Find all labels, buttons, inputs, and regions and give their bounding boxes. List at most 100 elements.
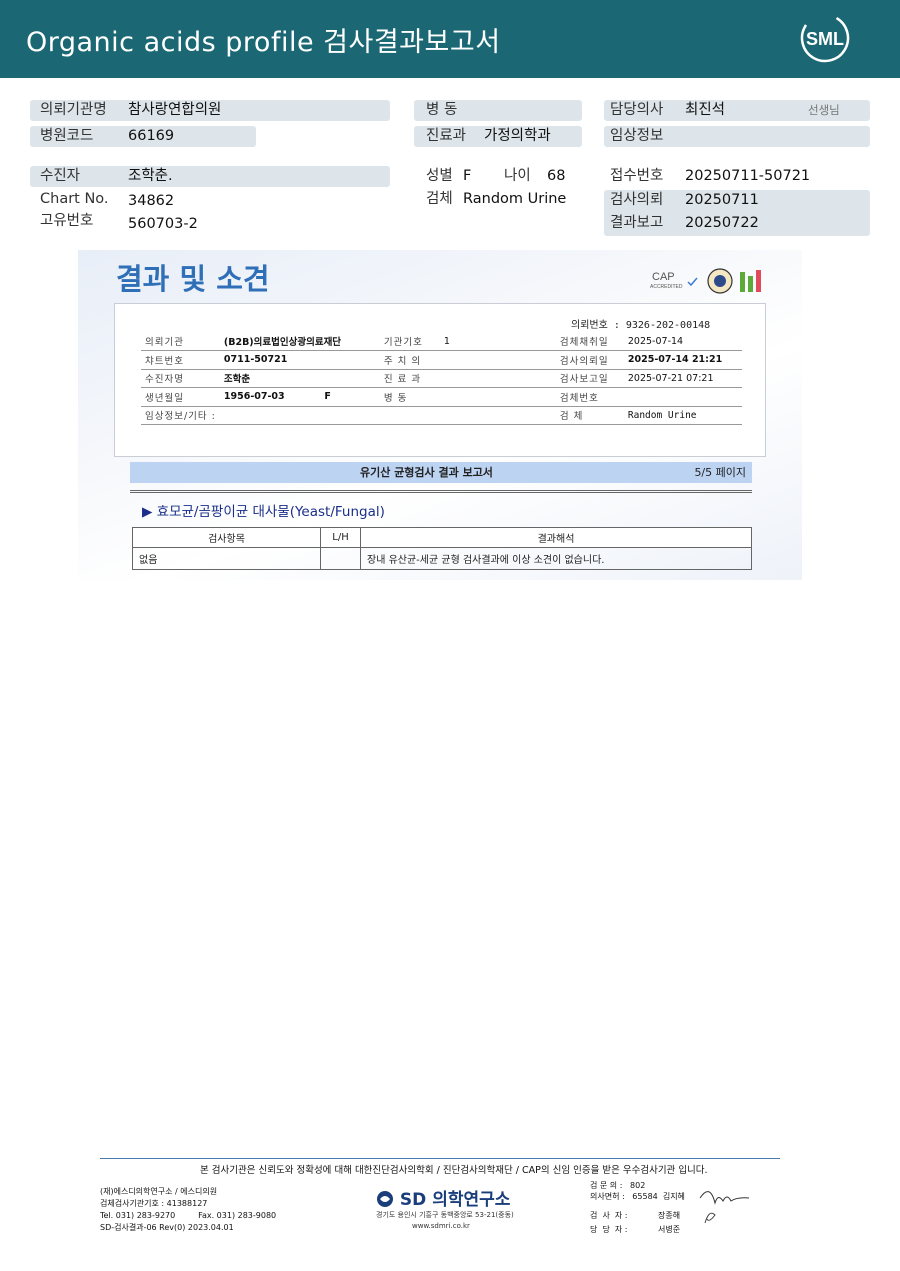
table-cell: 검 체 — [555, 406, 624, 425]
table-cell: 0711-50721 — [219, 350, 380, 370]
svg-text:SML: SML — [806, 29, 844, 49]
page-indicator: 5/5 페이지 — [694, 466, 746, 479]
table-cell: 없음 — [132, 547, 321, 570]
table-cell: (B2B)의료법인상광의료재단 — [219, 332, 380, 351]
footer-examiner: 검 사 자 : 장종해 — [590, 1211, 681, 1220]
report-date-value: 20250722 — [685, 215, 759, 231]
page-title: Organic acids profile 검사결과보고서 — [26, 27, 501, 58]
table-cell: 생년월일 — [141, 387, 220, 407]
unique-no-value: 560703-2 — [128, 216, 198, 232]
table-cell: 검사보고일 — [555, 369, 624, 388]
table-cell: 1956-07-03 F — [219, 387, 380, 407]
table-cell: 장내 유산균-세균 균형 검사결과에 이상 소견이 없습니다. — [360, 547, 752, 570]
signature-icon — [699, 1191, 750, 1224]
footer-license: 의사면허 : 65584 김지혜 — [590, 1192, 685, 1201]
sex-value: F — [463, 168, 472, 184]
table-cell: Random Urine — [623, 406, 742, 425]
sd-brand: SD 의학연구소 — [399, 1190, 511, 1210]
chart-value: 34862 — [128, 193, 175, 209]
clinical-info-label: 임상정보 — [610, 128, 664, 144]
footer-note: 본 검사기관은 신뢰도와 정확성에 대해 대한진단검사의학회 / 진단검사의학재… — [200, 1165, 708, 1176]
unique-no-label: 고유번호 — [40, 213, 94, 229]
report-info-table: 의뢰기관 (B2B)의료법인상광의료재단 기관기호 1 검체채취일 2025-0… — [141, 332, 742, 425]
report-title: 결과 및 소견 — [116, 262, 270, 296]
table-cell — [379, 406, 440, 425]
doctor-suffix: 선생님 — [808, 103, 840, 117]
table-cell — [439, 350, 556, 370]
patient-label: 수진자 — [40, 168, 81, 184]
section-heading: ▶ 효모균/곰팡이균 대사물(Yeast/Fungal) — [142, 504, 385, 520]
patient-value: 조학춘. — [128, 168, 173, 184]
table-row: 수진자명 조학춘 진 료 과 검사보고일 2025-07-21 07:21 — [141, 369, 742, 388]
receipt-label: 접수번호 — [610, 168, 664, 184]
table-cell: 조학춘 — [219, 369, 380, 388]
footer-manager: 당 당 자 : 서병준 — [590, 1225, 681, 1234]
age-value: 68 — [547, 168, 566, 184]
doctor-label: 담당의사 — [610, 102, 664, 118]
table-cell — [439, 369, 556, 388]
report-section-bar: 유기산 균형검사 결과 보고서 5/5 페이지 — [130, 462, 752, 483]
sml-logo-icon: SML — [800, 13, 850, 63]
sd-logo: SD 의학연구소 — [376, 1185, 510, 1210]
ward-label: 병 동 — [426, 102, 458, 118]
doctor-value: 최진석 — [685, 102, 726, 118]
department-value: 가정의학과 — [484, 128, 551, 144]
request-number: 의뢰번호 : 9326-202-00148 — [571, 320, 711, 331]
table-row: 챠트번호 0711-50721 주 치 의 검사의뢰일 2025-07-14 2… — [141, 350, 742, 370]
report-bar-title: 유기산 균형검사 결과 보고서 — [360, 466, 493, 479]
specimen-value: Random Urine — [463, 191, 567, 207]
table-cell: 1 — [439, 332, 556, 351]
footer-revision: SD-검사결과-06 Rev(0) 2023.04.01 — [100, 1223, 234, 1232]
table-cell: 검체번호 — [555, 387, 624, 407]
footer-contact: Tel. 031) 283-9270 Fax. 031) 283-9080 — [100, 1211, 277, 1220]
table-cell: 의뢰기관 — [141, 332, 220, 351]
department-label: 진료과 — [426, 128, 467, 144]
request-date-value: 20250711 — [685, 192, 759, 208]
table-cell: 병 동 — [379, 387, 440, 407]
footer-code: 검체검사기관기호 : 41388127 — [100, 1199, 208, 1208]
result-table: 검사항목 L/H 결과해석 없음 장내 유산균-세균 균형 검사결과에 이상 소… — [132, 527, 752, 570]
footer-org: (재)에스디의학연구소 / 에스디의원 — [100, 1187, 218, 1196]
footer-divider — [100, 1158, 780, 1159]
table-cell: 검사의뢰일 — [555, 350, 624, 370]
svg-text:ACCREDITED: ACCREDITED — [650, 284, 683, 290]
table-row: 의뢰기관 (B2B)의료법인상광의료재단 기관기호 1 검체채취일 2025-0… — [141, 332, 742, 351]
table-cell: 임상정보/기타 : — [141, 406, 220, 425]
institution-label: 의뢰기관명 — [40, 102, 107, 118]
sex-label: 성별 — [426, 168, 453, 184]
svg-text:CAP: CAP — [652, 271, 675, 283]
website: www.sdmri.co.kr — [412, 1222, 470, 1230]
divider — [130, 490, 752, 493]
table-cell: 2025-07-14 — [623, 332, 742, 351]
report-info-card: 의뢰번호 : 9326-202-00148 의뢰기관 (B2B)의료법인상광의료… — [114, 303, 766, 457]
table-cell — [439, 387, 556, 407]
receipt-value: 20250711-50721 — [685, 168, 811, 184]
table-cell: 2025-07-14 21:21 — [623, 350, 742, 370]
sd-logo-icon — [377, 1191, 393, 1207]
hospital-code-value: 66169 — [128, 128, 175, 144]
accreditation-logos-icon: CAP ACCREDITED — [650, 268, 761, 294]
table-cell — [439, 406, 556, 425]
request-date-label: 검사의뢰 — [610, 192, 664, 208]
table-cell: 챠트번호 — [141, 350, 220, 370]
report-scan: 결과 및 소견 CAP ACCREDITED 의뢰번호 : 9326-202-0… — [78, 250, 802, 580]
table-header-row: 검사항목 L/H 결과해석 — [132, 527, 752, 548]
address-line: 경기도 용인시 기흥구 동백중앙로 53-21(중동) — [376, 1211, 514, 1219]
footer-address: 경기도 용인시 기흥구 동백중앙로 53-21(중동) www.sdmri.co… — [376, 1210, 514, 1232]
table-row: 임상정보/기타 : 검 체 Random Urine — [141, 406, 742, 425]
table-cell — [219, 406, 380, 425]
column-header: 결과해석 — [360, 527, 752, 548]
hospital-code-label: 병원코드 — [40, 128, 94, 144]
table-row: 생년월일 1956-07-03 F 병 동 검체번호 — [141, 387, 742, 407]
table-cell: 주 치 의 — [379, 350, 440, 370]
table-cell: 수진자명 — [141, 369, 220, 388]
table-cell: 진 료 과 — [379, 369, 440, 388]
table-cell — [320, 547, 361, 570]
report-date-label: 결과보고 — [610, 215, 664, 231]
age-label: 나이 — [504, 168, 531, 184]
table-row: 없음 장내 유산균-세균 균형 검사결과에 이상 소견이 없습니다. — [132, 547, 752, 570]
table-cell: 검체채취일 — [555, 332, 624, 351]
table-cell: 기관기호 — [379, 332, 440, 351]
column-header: L/H — [320, 527, 361, 548]
chart-label: Chart No. — [40, 191, 109, 207]
